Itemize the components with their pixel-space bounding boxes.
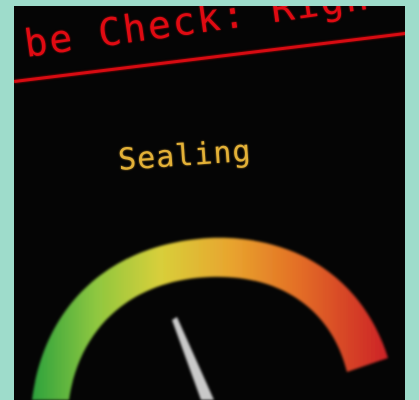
gauge-needle [172,317,214,400]
display-screen: be Check: Righ Sealing [14,6,405,400]
sealing-gauge [32,237,388,400]
device-frame: be Check: Righ Sealing [0,0,419,400]
gauge-arc [32,237,388,400]
